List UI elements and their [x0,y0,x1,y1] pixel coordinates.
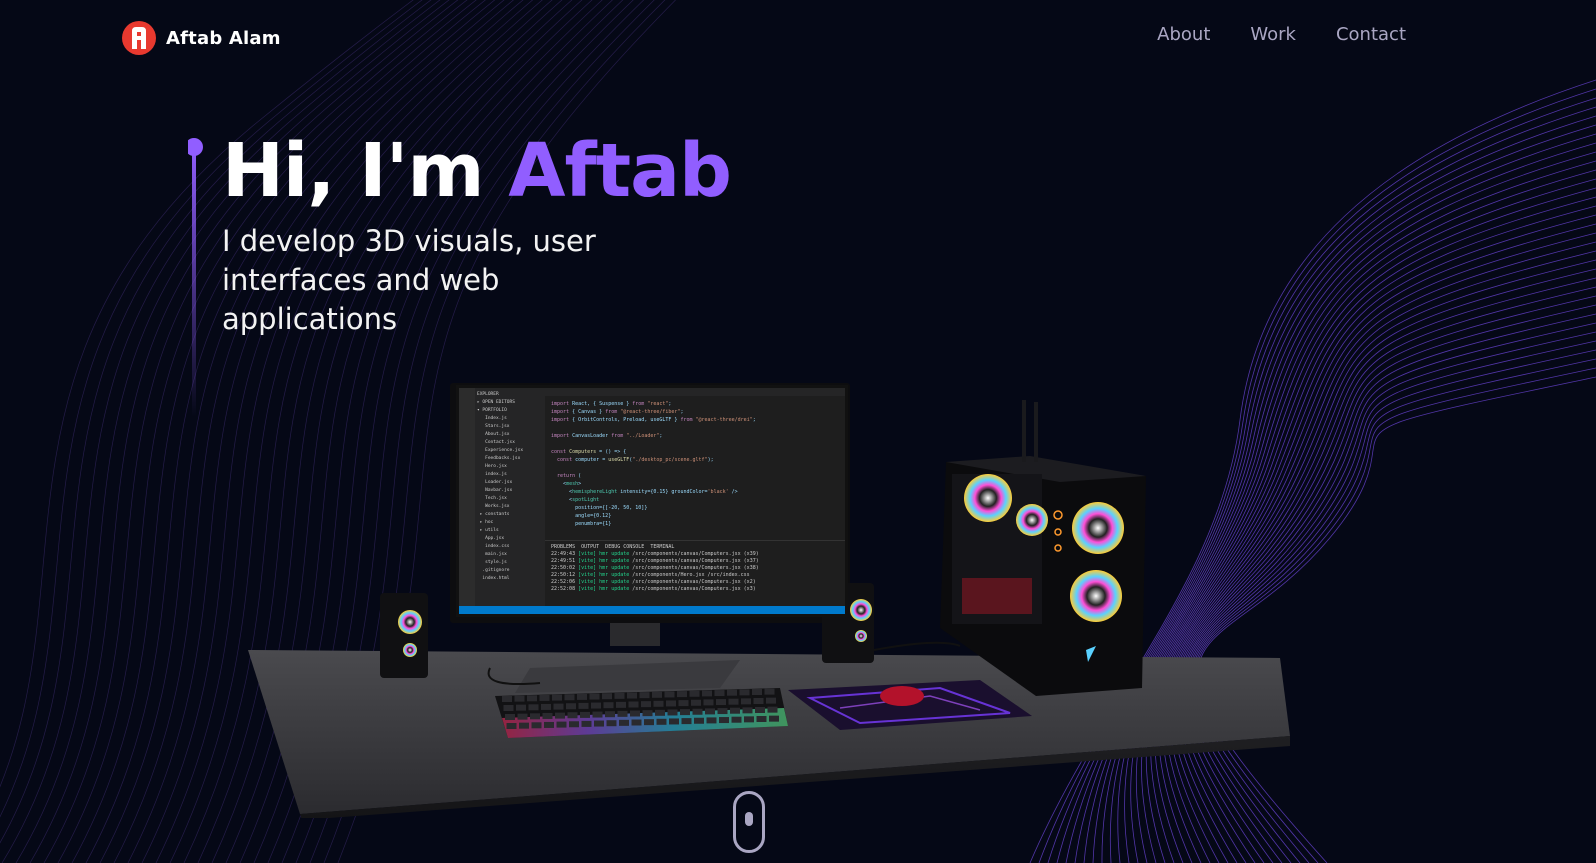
editor-activity-bar [459,388,475,614]
scroll-down-indicator[interactable] [733,791,765,853]
hero-greeting: Hi, I'm [222,128,509,214]
logo-icon [122,21,156,55]
mouse-scroll-icon [745,812,753,826]
editor-explorer: EXPLORER ▸ OPEN EDITORS ▾ PORTFOLIO Inde… [475,388,545,614]
nav-contact[interactable]: Contact [1336,24,1406,45]
nav-about[interactable]: About [1157,24,1210,45]
editor-code-pane: import React, { Suspense } from "react";… [545,388,845,538]
brand-name: Aftab Alam [166,27,281,49]
hero-name: Aftab [508,128,732,214]
navbar: Aftab Alam About Work Contact [0,0,1596,76]
hero-title: Hi, I'm Aftab [222,128,732,214]
editor-terminal: PROBLEMS OUTPUT DEBUG CONSOLE TERMINAL 2… [545,540,845,604]
nav-links: About Work Contact [1157,24,1406,45]
editor-status-bar [459,606,845,614]
nav-work[interactable]: Work [1250,24,1296,45]
hero-accent-line [188,138,203,417]
monitor-screen: EXPLORER ▸ OPEN EDITORS ▾ PORTFOLIO Inde… [456,385,848,617]
hero-subtitle: I develop 3D visuals, user interfaces an… [222,224,596,336]
logo-link[interactable]: Aftab Alam [122,20,281,56]
